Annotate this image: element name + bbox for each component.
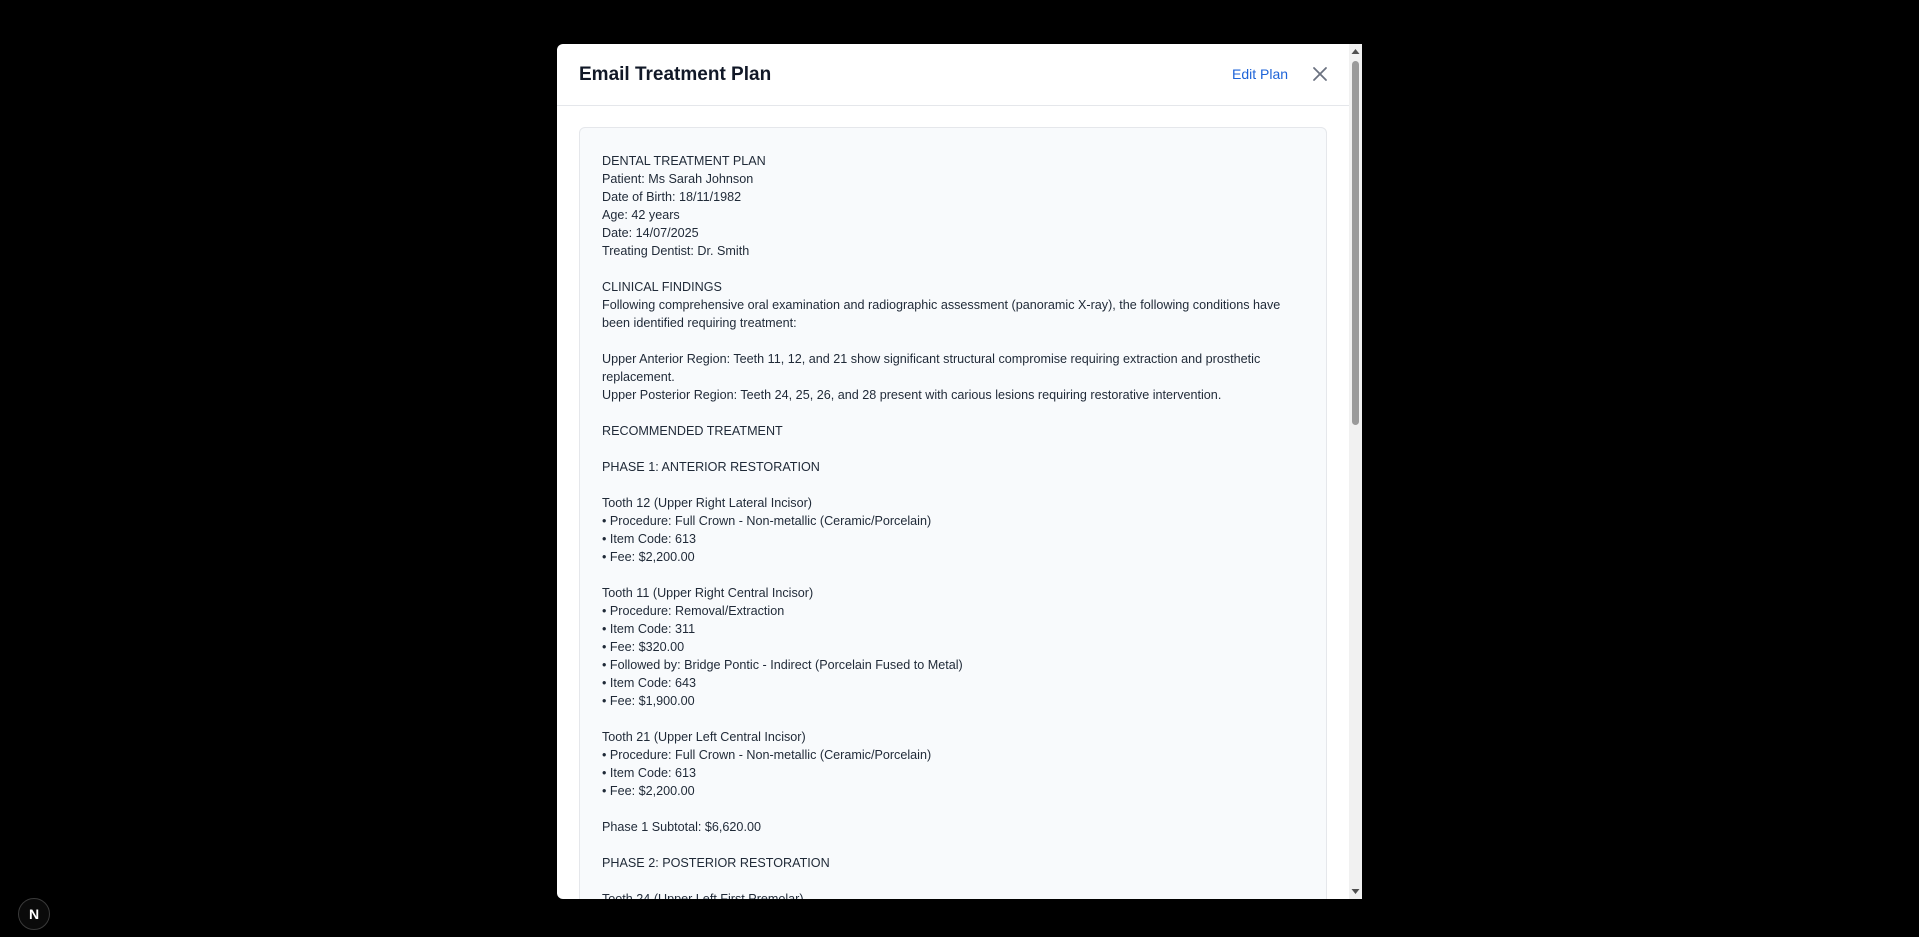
plan-line: PHASE 1: ANTERIOR RESTORATION: [602, 460, 820, 474]
plan-line: Date: 14/07/2025: [602, 226, 699, 240]
plan-line: • Procedure: Full Crown - Non-metallic (…: [602, 514, 932, 528]
plan-line: CLINICAL FINDINGS: [602, 280, 722, 294]
dialog-body: Email Treatment Plan Edit Plan DENTAL TR…: [557, 44, 1349, 899]
plan-line: • Fee: $1,900.00: [602, 694, 695, 708]
plan-line: DENTAL TREATMENT PLAN: [602, 154, 766, 168]
plan-line: • Item Code: 311: [602, 622, 696, 636]
plan-line: Tooth 21 (Upper Left Central Incisor): [602, 730, 806, 744]
email-treatment-plan-dialog: Email Treatment Plan Edit Plan DENTAL TR…: [557, 44, 1362, 899]
scroll-down-arrow-icon[interactable]: [1351, 886, 1360, 896]
plan-line: Date of Birth: 18/11/1982: [602, 190, 742, 204]
plan-line: Patient: Ms Sarah Johnson: [602, 172, 754, 186]
plan-line: Tooth 12 (Upper Right Lateral Incisor): [602, 496, 812, 510]
plan-line: • Procedure: Full Crown - Non-metallic (…: [602, 748, 932, 762]
dialog-header: Email Treatment Plan Edit Plan: [557, 44, 1349, 106]
plan-line: • Fee: $320.00: [602, 640, 685, 654]
scroll-up-arrow-icon[interactable]: [1351, 47, 1360, 57]
dialog-title: Email Treatment Plan: [579, 64, 772, 85]
plan-line: Age: 42 years: [602, 208, 680, 222]
plan-line: PHASE 2: POSTERIOR RESTORATION: [602, 856, 830, 870]
plan-line: • Fee: $2,200.00: [602, 550, 695, 564]
plan-line: Phase 1 Subtotal: $6,620.00: [602, 820, 761, 834]
plan-line: • Item Code: 613: [602, 532, 697, 546]
scrollbar-thumb[interactable]: [1352, 61, 1359, 425]
nextjs-dev-badge[interactable]: N: [18, 898, 50, 930]
plan-line: Tooth 24 (Upper Left First Premolar): [602, 892, 804, 899]
plan-line: • Fee: $2,200.00: [602, 784, 695, 798]
plan-line: • Procedure: Removal/Extraction: [602, 604, 785, 618]
nextjs-logo-icon: N: [28, 906, 40, 922]
plan-line: Following comprehensive oral examination…: [602, 298, 1284, 330]
dialog-scrollbar[interactable]: [1349, 44, 1362, 899]
treatment-plan-text: DENTAL TREATMENT PLAN Patient: Ms Sarah …: [602, 152, 1302, 899]
close-button[interactable]: [1309, 63, 1331, 85]
treatment-plan-preview: DENTAL TREATMENT PLAN Patient: Ms Sarah …: [579, 127, 1327, 899]
edit-plan-link[interactable]: Edit Plan: [1232, 65, 1288, 83]
plan-line: • Followed by: Bridge Pontic - Indirect …: [602, 658, 963, 672]
plan-line: Tooth 11 (Upper Right Central Incisor): [602, 586, 814, 600]
close-icon: [1313, 67, 1327, 81]
plan-line: • Item Code: 613: [602, 766, 697, 780]
plan-line: • Item Code: 643: [602, 676, 697, 690]
plan-line: Upper Posterior Region: Teeth 24, 25, 26…: [602, 388, 1222, 402]
plan-line: RECOMMENDED TREATMENT: [602, 424, 783, 438]
plan-line: Upper Anterior Region: Teeth 11, 12, and…: [602, 352, 1264, 384]
plan-line: Treating Dentist: Dr. Smith: [602, 244, 750, 258]
